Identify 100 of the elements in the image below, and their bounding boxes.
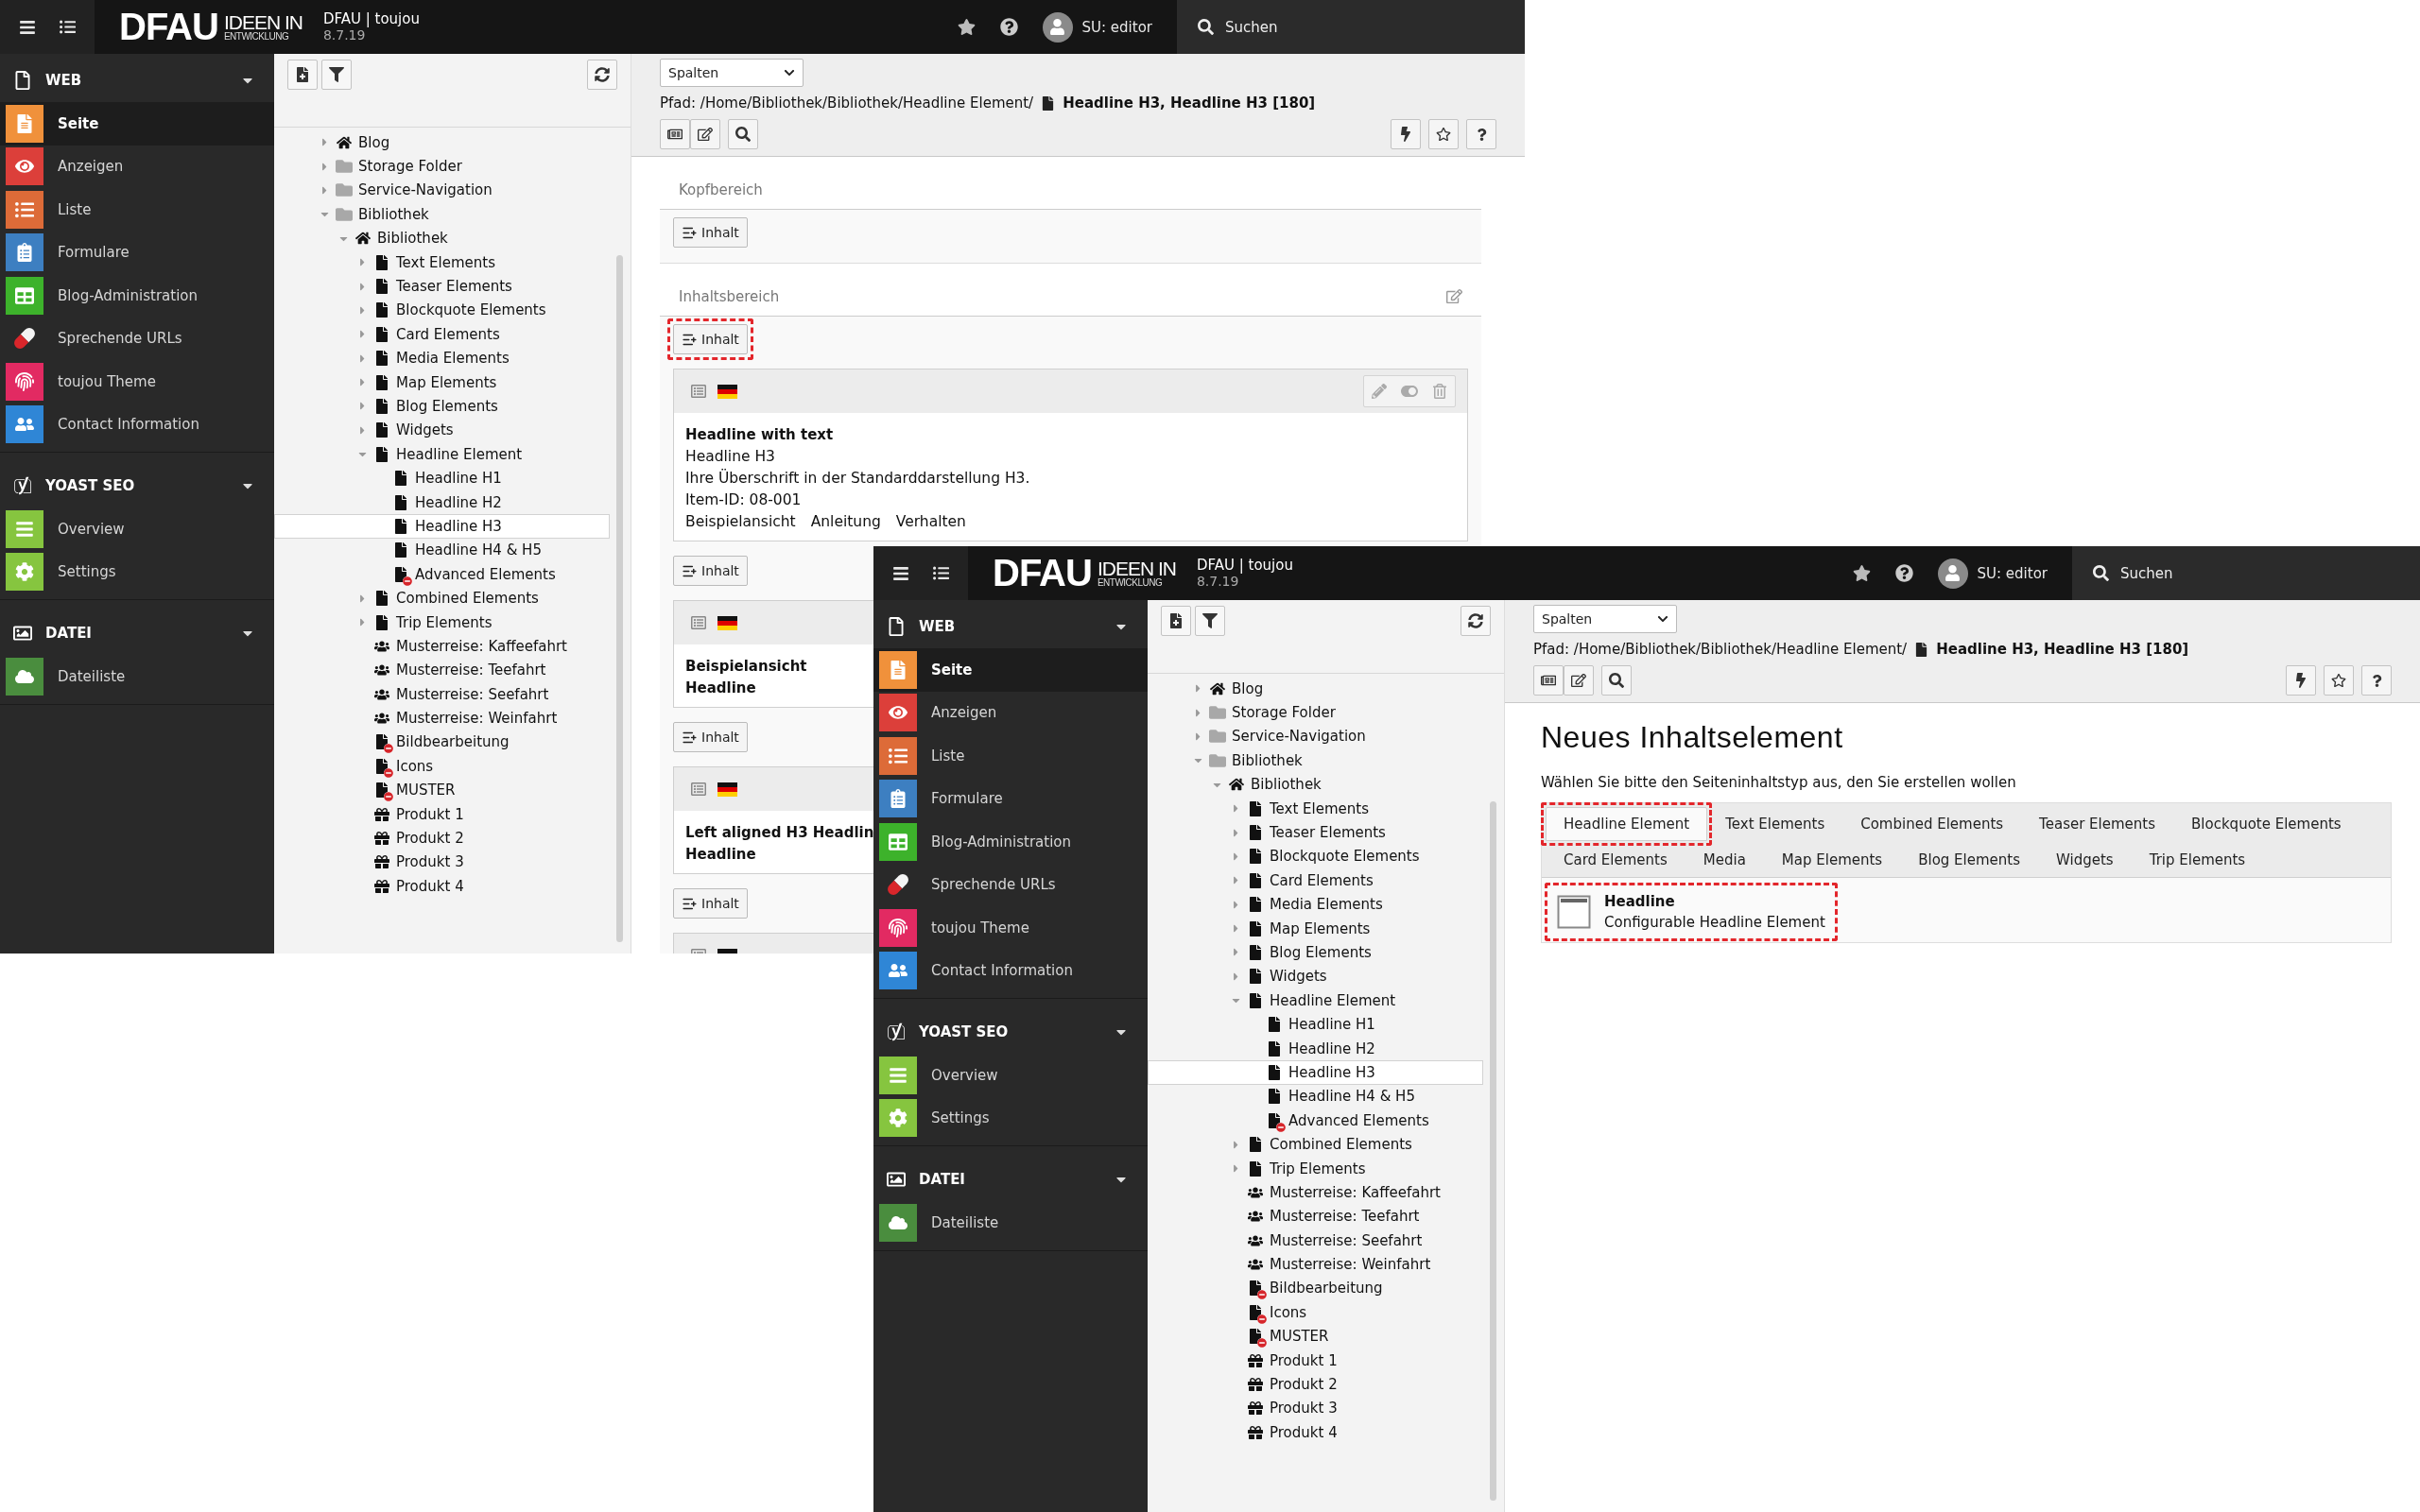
module-menu-item[interactable]: Blog-Administration [0,274,274,318]
tree-item[interactable]: Headline H2 [1148,1036,1483,1061]
category-tab[interactable]: Blog Elements [1900,843,2039,877]
tree-item[interactable]: Blog [274,130,610,155]
module-menu-item[interactable]: Formulare [0,231,274,274]
tree-item[interactable]: Musterreise: Seefahrt [1148,1228,1483,1253]
column-select[interactable]: Spalten [660,59,804,87]
tree-item[interactable]: Media Elements [1148,892,1483,917]
tree-item[interactable]: Blog Elements [1148,940,1483,965]
add-content-button[interactable]: Inhalt [673,324,748,354]
module-menu-item[interactable]: Contact Information [873,949,1148,992]
tree-item[interactable]: Bibliothek [1148,748,1483,773]
tree-item[interactable]: Card Elements [1148,868,1483,893]
tree-item[interactable]: Headline H2 [274,490,610,515]
refresh-button[interactable] [587,60,617,90]
tree-item[interactable]: Blog [1148,677,1483,701]
tree-item[interactable]: Teaser Elements [1148,820,1483,845]
tree-item[interactable]: Service-Navigation [274,178,610,203]
tree-item[interactable]: Headline H3 [274,514,610,539]
tree-item[interactable]: Text Elements [1148,796,1483,821]
module-menu-item[interactable]: Overview [0,507,274,551]
module-menu-item[interactable]: Settings [0,550,274,593]
module-menu-item[interactable]: Sprechende URLs [873,863,1148,906]
card-link[interactable]: Verhalten [895,511,966,533]
module-menu-item[interactable]: Seite [873,648,1148,692]
filter-button[interactable] [321,60,352,90]
category-tab[interactable]: Trip Elements [2131,843,2264,877]
add-content-button[interactable]: Inhalt [673,556,748,586]
tree-item[interactable]: MUSTER [274,778,610,802]
tree-item[interactable]: Combined Elements [274,586,610,610]
shortcut-button[interactable] [1391,119,1421,149]
tree-item[interactable]: Bildbearbeitung [274,730,610,755]
scrollbar[interactable] [1490,801,1496,1501]
module-menu-item[interactable]: Liste [873,734,1148,778]
module-menu-item[interactable]: Anzeigen [0,145,274,188]
shortcut-button[interactable] [2286,665,2316,696]
module-group-header[interactable]: DATEI [0,611,274,655]
module-menu-item[interactable]: Formulare [873,777,1148,820]
tree-item[interactable]: Headline H4 & H5 [274,538,610,563]
user-menu-button[interactable]: SU: editor [1036,6,1158,48]
tree-item[interactable]: Headline H1 [274,466,610,490]
tree-item[interactable]: Produkt 2 [274,826,610,850]
filter-button[interactable] [1195,606,1225,636]
module-menu-item[interactable]: Contact Information [0,403,274,446]
tree-item[interactable]: Bibliothek [274,226,610,250]
tree-item[interactable]: Musterreise: Kaffeefahrt [1148,1180,1483,1205]
tree-item[interactable]: Bildbearbeitung [1148,1276,1483,1301]
category-tab[interactable]: Map Elements [1763,843,1901,877]
tree-item[interactable]: Musterreise: Weinfahrt [1148,1252,1483,1277]
search-button[interactable] [1601,665,1632,696]
category-tab[interactable]: Media [1685,843,1764,877]
tree-item[interactable]: Widgets [274,418,610,443]
add-content-button[interactable]: Inhalt [673,217,748,248]
tree-item[interactable]: Musterreise: Kaffeefahrt [274,634,610,659]
tree-item[interactable]: Musterreise: Teefahrt [274,658,610,682]
module-menu-item[interactable]: Seite [0,102,274,146]
card-link[interactable]: Anleitung [810,511,881,533]
module-menu-item[interactable]: Dateiliste [873,1201,1148,1245]
help-button[interactable] [1466,119,1496,149]
column-select[interactable]: Spalten [1533,605,1677,633]
search-button[interactable]: Suchen [1177,0,1525,54]
category-tab[interactable]: Teaser Elements [2021,807,2174,841]
category-tab[interactable]: Card Elements [1546,843,1685,877]
tree-item[interactable]: Headline Element [274,442,610,467]
tree-item[interactable]: Bibliothek [274,202,610,227]
tree-item[interactable]: Storage Folder [1148,700,1483,725]
tree-item[interactable]: Service-Navigation [1148,724,1483,749]
module-menu-item[interactable]: Overview [873,1054,1148,1097]
tree-item[interactable]: Produkt 3 [1148,1396,1483,1421]
module-menu-item[interactable]: toujou Theme [0,360,274,404]
category-tab[interactable]: Blockquote Elements [2173,807,2360,841]
module-group-header[interactable]: YOAST SEO [0,464,274,507]
tree-item[interactable]: Bibliothek [1148,772,1483,797]
new-page-button[interactable] [287,60,318,90]
category-tab[interactable]: Headline Element [1546,807,1708,841]
view-page-button[interactable] [1533,665,1564,696]
tree-item[interactable]: Headline H4 & H5 [1148,1084,1483,1109]
user-menu-button[interactable]: SU: editor [1931,552,2053,594]
tree-item[interactable]: Text Elements [274,249,610,275]
module-group-header[interactable]: YOAST SEO [873,1010,1148,1054]
tree-item[interactable]: MUSTER [1148,1324,1483,1349]
add-content-button[interactable]: Inhalt [673,722,748,752]
tree-item[interactable]: Musterreise: Teefahrt [1148,1204,1483,1228]
tree-item[interactable]: Produkt 4 [1148,1420,1483,1445]
tree-item[interactable]: Blockquote Elements [1148,844,1483,869]
edit-page-button[interactable] [1564,665,1594,696]
tree-item[interactable]: Trip Elements [274,610,610,635]
category-tab[interactable]: Widgets [2038,843,2132,877]
bookmark-button[interactable] [2324,665,2354,696]
module-group-header[interactable]: WEB [873,605,1148,648]
tree-item[interactable]: Teaser Elements [274,274,610,299]
tree-item[interactable]: Storage Folder [274,154,610,179]
tree-item[interactable]: Produkt 2 [1148,1372,1483,1397]
module-group-header[interactable]: WEB [0,59,274,102]
bookmark-button[interactable] [1428,119,1459,149]
module-menu-item[interactable]: toujou Theme [873,906,1148,950]
tree-item[interactable]: Map Elements [1148,916,1483,941]
scrollbar[interactable] [616,255,623,942]
tree-item[interactable]: Map Elements [274,369,610,395]
tree-item[interactable]: Combined Elements [1148,1132,1483,1157]
